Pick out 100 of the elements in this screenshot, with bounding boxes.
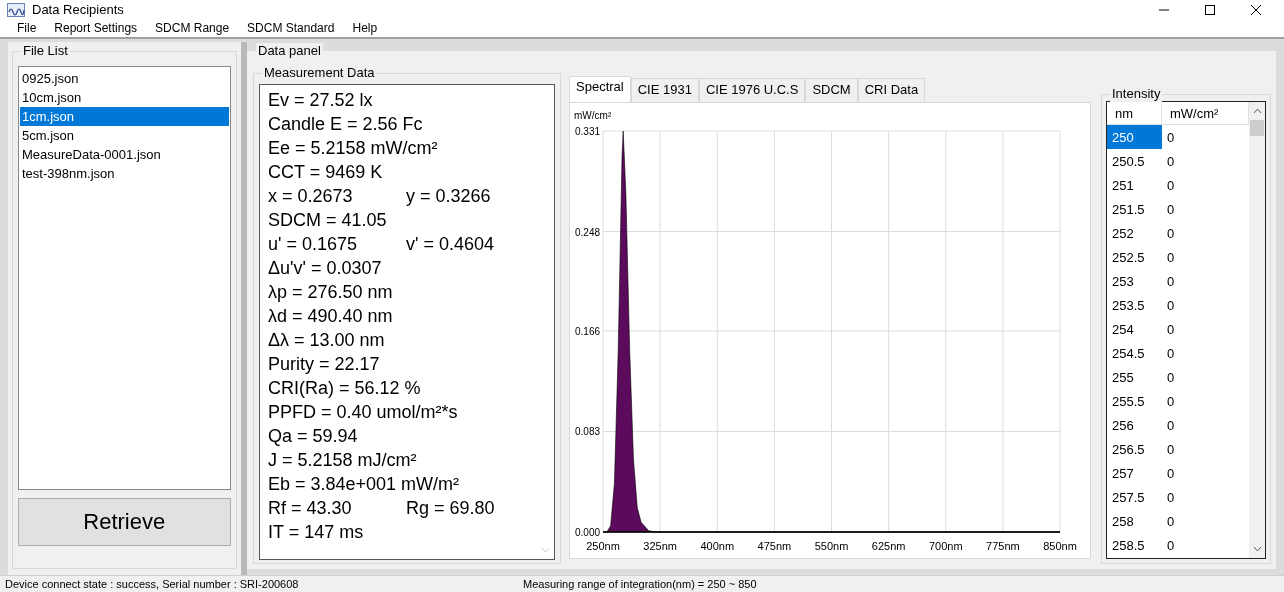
json-filename[interactable]: 10cm.json <box>20 88 229 108</box>
retrieve-button[interactable]: Retrieve <box>18 498 231 547</box>
group-title: Intensity <box>1110 86 1163 103</box>
table-cell-text: 251 <box>1111 176 1135 195</box>
table-cell-text: 256 <box>1111 416 1135 435</box>
x-tick-label: 475nm <box>757 540 792 553</box>
measurement-value: v' = 0.4604 <box>406 233 494 257</box>
measurement-value: x = 0.2673 <box>268 185 354 209</box>
table-cell-text: 250.5 <box>1111 152 1146 171</box>
scrollbar[interactable] <box>1249 102 1265 559</box>
json-filename[interactable]: MeasureData-0001.json <box>20 145 229 165</box>
scroll-up-icon[interactable] <box>1252 108 1262 115</box>
measurement-value: SDCM = 41.05 <box>268 209 388 233</box>
group-title: Data panel <box>256 43 323 60</box>
table-cell-text: 0 <box>1166 272 1176 291</box>
measurement-value: Δu'v' = 0.0307 <box>268 257 383 281</box>
menu-item[interactable]: Help <box>352 21 378 36</box>
measurement-value: Δλ = 13.00 nm <box>268 329 386 353</box>
table-cell-text: 0 <box>1166 440 1176 459</box>
menu-item[interactable]: File <box>17 21 37 36</box>
table-cell-text: 0 <box>1166 296 1176 315</box>
table-cell-text: 254 <box>1111 320 1135 339</box>
table-cell-text: 0 <box>1166 152 1176 171</box>
x-tick-label: 250nm <box>586 540 620 553</box>
measurement-value: PPFD = 0.40 umol/m²*s <box>268 401 458 425</box>
table-cell-text: 0 <box>1166 464 1176 483</box>
measurement-value: y = 0.3266 <box>406 185 491 209</box>
x-tick-label: 625nm <box>871 540 906 553</box>
measurement-value: Eb = 3.84e+001 mW/m² <box>268 473 460 497</box>
table-cell-text: 258.5 <box>1111 536 1146 555</box>
table-cell-text: 258 <box>1111 512 1135 531</box>
table-cell-text: 253 <box>1111 272 1135 291</box>
measurement-value: u' = 0.1675 <box>268 233 358 257</box>
x-tick-label: 775nm <box>986 540 1020 553</box>
tab[interactable]: SDCM <box>805 78 858 103</box>
x-tick-label: 400nm <box>700 540 735 553</box>
y-axis-label: mW/cm² <box>574 110 612 122</box>
measurement-value: λd = 490.40 nm <box>268 305 394 329</box>
table-cell-text: 252.5 <box>1111 248 1146 267</box>
measurement-value: Rf = 43.30 <box>268 497 353 521</box>
table-cell-text: 0 <box>1166 344 1176 363</box>
menu-item[interactable]: SDCM Standard <box>247 21 335 36</box>
measurement-value: Qa = 59.94 <box>268 425 359 449</box>
y-tick-label: 0.083 <box>575 426 601 438</box>
menu-item[interactable]: Report Settings <box>54 21 138 36</box>
table-cell-text: 0 <box>1166 416 1176 435</box>
status-text: Measuring range of integration(nm) = 250 ~ 850 <box>523 578 757 591</box>
table-cell-text: 257.5 <box>1111 488 1146 507</box>
measurement-value: Purity = 22.17 <box>268 353 381 377</box>
x-tick-label: 850nm <box>1043 540 1077 553</box>
table-cell-text: 0 <box>1166 248 1176 267</box>
measurement-value: λp = 276.50 nm <box>268 281 394 305</box>
tab[interactable]: Spectral <box>569 76 631 103</box>
tab[interactable]: CRI Data <box>857 78 926 103</box>
measurement-value: IT = 147 ms <box>268 521 365 545</box>
table-cell-text: 0 <box>1166 320 1176 339</box>
measurement-value: Ee = 5.2158 mW/cm² <box>268 137 438 161</box>
tab[interactable]: CIE 1931 <box>630 78 699 103</box>
table-cell-text: 0 <box>1166 368 1176 387</box>
json-filename[interactable]: 5cm.json <box>20 126 229 146</box>
table-cell-text: 251.5 <box>1111 200 1146 219</box>
x-tick-label: 700nm <box>928 540 963 553</box>
table-cell-text: 255 <box>1111 368 1135 387</box>
json-filename[interactable]: 0925.json <box>20 69 229 89</box>
table-cell-text: 0 <box>1166 536 1176 555</box>
close-icon[interactable] <box>1250 3 1262 16</box>
x-tick-label: 325nm <box>643 540 677 553</box>
table-cell-text: 255.5 <box>1111 392 1146 411</box>
measurement-value: J = 5.2158 mJ/cm² <box>268 449 417 473</box>
table-cell-text: 0 <box>1166 200 1176 219</box>
json-filename[interactable]: test-398nm.json <box>20 164 229 184</box>
measurement-value: Rg = 69.80 <box>406 497 495 521</box>
scroll-down-icon[interactable] <box>1252 546 1262 553</box>
measurement-value: CCT = 9469 K <box>268 161 384 185</box>
y-tick-label: 0.166 <box>575 326 601 338</box>
menu-item[interactable]: SDCM Range <box>155 21 230 36</box>
table-cell-text: 0 <box>1166 488 1176 507</box>
json-filename[interactable]: 1cm.json <box>20 107 229 127</box>
measurement-value: Ev = 27.52 lx <box>268 89 374 113</box>
table-cell-text: 256.5 <box>1111 440 1146 459</box>
table-cell-text: 254.5 <box>1111 344 1146 363</box>
status-text: Device connect state : success, Serial number : SRI-200608 <box>5 578 300 591</box>
table-cell-text: 0 <box>1166 392 1176 411</box>
tab[interactable]: CIE 1976 U.C.S <box>698 78 806 103</box>
scroll-thumb[interactable] <box>1250 120 1264 137</box>
measurement-value: CRI(Ra) = 56.12 % <box>268 377 421 401</box>
y-tick-label: 0.331 <box>575 126 601 138</box>
x-tick-label: 550nm <box>814 540 849 553</box>
table-cell-text: 0 <box>1166 176 1176 195</box>
app-logo-icon <box>7 2 25 17</box>
table-cell-text: 0 <box>1166 512 1176 531</box>
table-cell-text: 253.5 <box>1111 296 1146 315</box>
table-cell: 250 <box>1107 125 1162 150</box>
y-tick-label: 0.248 <box>575 226 601 238</box>
column-header[interactable]: nm <box>1107 102 1162 125</box>
y-tick-label: 0.000 <box>575 527 601 539</box>
measurement-value: Candle E = 2.56 Fc <box>268 113 423 137</box>
window-title: Data Recipients <box>32 2 124 17</box>
table-cell-text: 0 <box>1166 224 1176 243</box>
maximize-icon[interactable] <box>1204 3 1216 16</box>
